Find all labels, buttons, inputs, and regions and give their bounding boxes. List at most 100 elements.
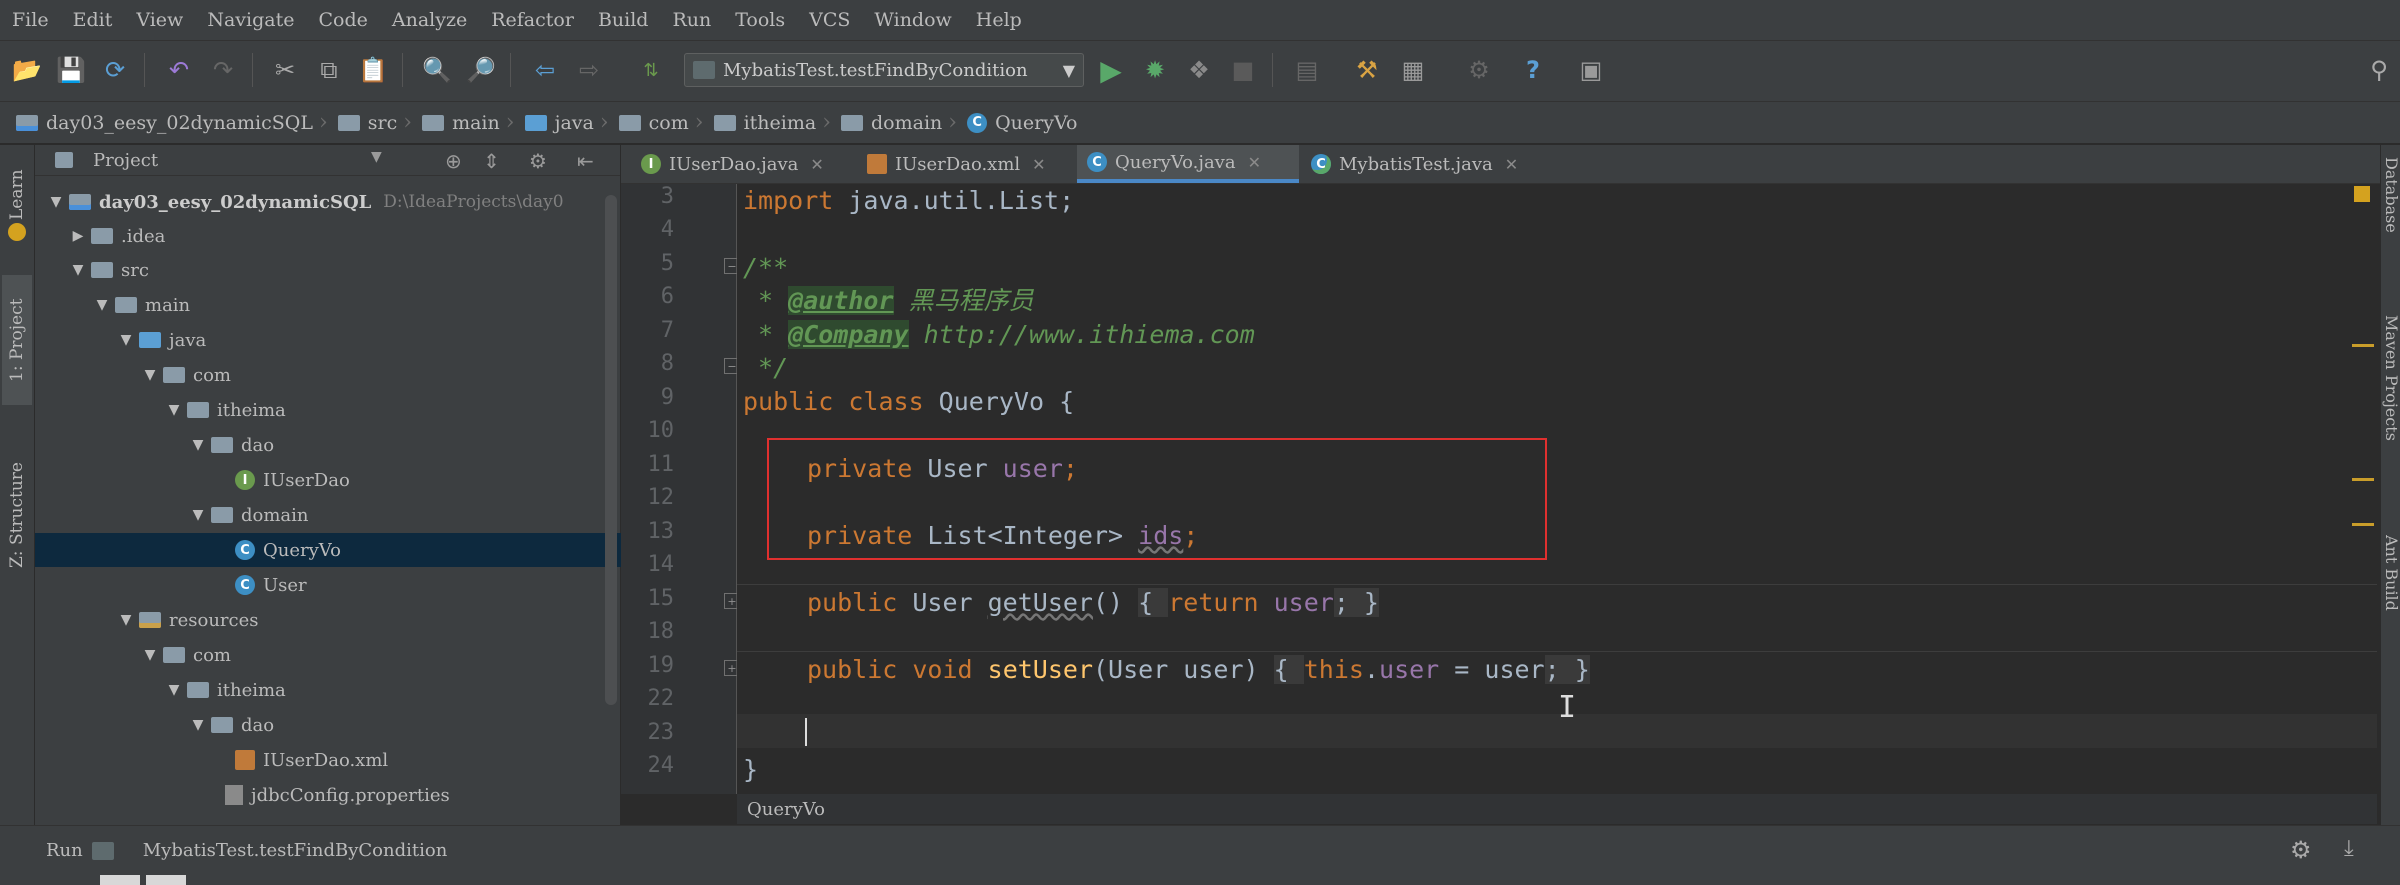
warning-mark[interactable] [2352,523,2374,526]
menu-run[interactable]: Run [660,9,723,31]
copy-icon[interactable]: ⧉ [312,53,346,87]
crumb-main[interactable]: main › [422,110,520,135]
locate-icon[interactable]: ⊕ [445,149,462,173]
tree-item-resources[interactable]: ▼ resources [35,603,698,637]
stop-icon[interactable]: ■ [1226,53,1260,87]
tab-iuserdao-xml[interactable]: IUserDao.xml ✕ [857,145,1077,183]
crumb-queryvo[interactable]: C QueryVo [967,112,1077,134]
gear-icon[interactable]: ⚙ [2290,836,2312,864]
crumb-domain[interactable]: domain › [841,110,963,135]
attach-icon[interactable]: ▤ [1290,53,1324,87]
structure-tab[interactable]: Z: Structure [2,445,32,585]
menu-analyze[interactable]: Analyze [380,9,479,31]
folder-icon [91,262,113,278]
expanded-arrow-icon[interactable]: ▼ [185,717,211,733]
warning-status-icon[interactable] [2354,186,2370,202]
menu-navigate[interactable]: Navigate [195,9,306,31]
project-structure-icon[interactable]: ▦ [1396,53,1430,87]
redo-icon[interactable]: ↷ [206,53,240,87]
menu-file[interactable]: File [0,9,61,31]
forward-icon[interactable]: ⇨ [572,53,606,87]
status-widget[interactable] [100,875,140,885]
chevron-down-icon[interactable]: ▼ [371,149,382,165]
crumb-src[interactable]: src › [337,110,418,135]
menu-view[interactable]: View [124,9,195,31]
ant-build-tab[interactable]: Ant Build [2381,535,2400,665]
hide-icon[interactable]: ⇤ [577,149,594,173]
tree-item-java[interactable]: ▼ java [35,323,698,357]
find-icon[interactable]: 🔍 [420,53,454,87]
tab-queryvo-java[interactable]: C QueryVo.java ✕ [1077,145,1299,183]
gear-icon[interactable]: ⚙ [529,149,547,173]
close-icon[interactable]: ✕ [810,155,823,174]
menu-tools[interactable]: Tools [723,9,797,31]
build-icon[interactable]: ⇅ [634,53,668,87]
maven-projects-tab[interactable]: Maven Projects [2381,315,2400,485]
tab-iuserdao-java[interactable]: I IUserDao.java ✕ [631,145,847,183]
warning-mark[interactable] [2352,344,2374,347]
close-icon[interactable]: ✕ [1248,153,1261,172]
tree-item-module[interactable]: ▼ day03_eesy_02dynamicSQL D:\IdeaProject… [35,185,628,219]
collapse-all-icon[interactable]: ⇕ [483,149,500,173]
run-icon[interactable]: ▶ [1094,53,1128,87]
crumb-module[interactable]: day03_eesy_02dynamicSQL › [16,110,334,135]
settings-tools-icon[interactable]: ⚒ [1350,53,1384,87]
expanded-arrow-icon[interactable]: ▼ [161,682,187,698]
vcs-icon[interactable]: ▣ [1574,53,1608,87]
expanded-arrow-icon[interactable]: ▼ [137,647,163,663]
sdk-icon[interactable]: ⚙ [1462,53,1496,87]
search-everywhere-icon[interactable]: ⚲ [2362,53,2396,87]
warning-mark[interactable] [2352,478,2374,481]
crumb-java[interactable]: java › [524,110,615,135]
menu-build[interactable]: Build [586,9,661,31]
expanded-arrow-icon[interactable]: ▼ [113,332,139,348]
menu-code[interactable]: Code [306,9,379,31]
hide-panel-icon[interactable]: ⤓ [2344,836,2354,861]
menu-vcs[interactable]: VCS [797,9,862,31]
expanded-arrow-icon[interactable]: ▼ [89,297,115,313]
close-icon[interactable]: ✕ [1032,155,1045,174]
tree-scrollbar[interactable] [605,195,617,705]
tree-item-idea[interactable]: ▶ .idea [35,219,650,253]
open-folder-icon[interactable]: 📂 [10,53,44,87]
source-folder-icon [524,114,547,131]
editor-breadcrumb-item[interactable]: QueryVo [747,799,825,820]
status-widget[interactable] [146,875,186,885]
sync-icon[interactable]: ⟳ [98,53,132,87]
expanded-arrow-icon[interactable]: ▼ [185,507,211,523]
project-tab[interactable]: 1: Project [2,275,32,405]
expanded-arrow-icon[interactable]: ▼ [65,262,91,278]
menu-edit[interactable]: Edit [61,9,125,31]
crumb-itheima[interactable]: itheima › [713,110,837,135]
paste-icon[interactable]: 📋 [356,53,390,87]
expanded-arrow-icon[interactable]: ▼ [161,402,187,418]
back-icon[interactable]: ⇦ [528,53,562,87]
run-config-select[interactable]: MybatisTest.testFindByCondition ▼ [684,53,1084,87]
help-icon[interactable]: ? [1516,53,1550,87]
undo-icon[interactable]: ↶ [162,53,196,87]
run-config-tab[interactable]: MybatisTest.testFindByCondition [143,840,448,861]
menu-refactor[interactable]: Refactor [479,9,586,31]
source-folder-icon [139,332,161,348]
run-tab-label[interactable]: Run [46,840,83,861]
close-icon[interactable]: ✕ [1505,155,1518,174]
cut-icon[interactable]: ✂ [268,53,302,87]
tree-item-main[interactable]: ▼ main [35,288,674,322]
menu-help[interactable]: Help [964,9,1034,31]
collapsed-arrow-icon[interactable]: ▶ [65,228,91,244]
coverage-icon[interactable]: ❖ [1182,53,1216,87]
expanded-arrow-icon[interactable]: ▼ [185,437,211,453]
save-icon[interactable]: 💾 [54,53,88,87]
debug-icon[interactable]: ✹ [1138,53,1172,87]
tab-mybatistest-java[interactable]: C MybatisTest.java ✕ [1301,145,1551,183]
tree-item-com[interactable]: ▼ com [35,358,722,392]
replace-icon[interactable]: 🔎 [464,53,498,87]
menu-window[interactable]: Window [862,9,963,31]
database-tab[interactable]: Database [2381,157,2400,267]
crumb-com[interactable]: com › [618,110,710,135]
expanded-arrow-icon[interactable]: ▼ [43,194,69,210]
expanded-arrow-icon[interactable]: ▼ [137,367,163,383]
expanded-arrow-icon[interactable]: ▼ [113,612,139,628]
tree-item-src[interactable]: ▼ src [35,253,650,287]
tree-item-res-com[interactable]: ▼ com [35,638,722,672]
